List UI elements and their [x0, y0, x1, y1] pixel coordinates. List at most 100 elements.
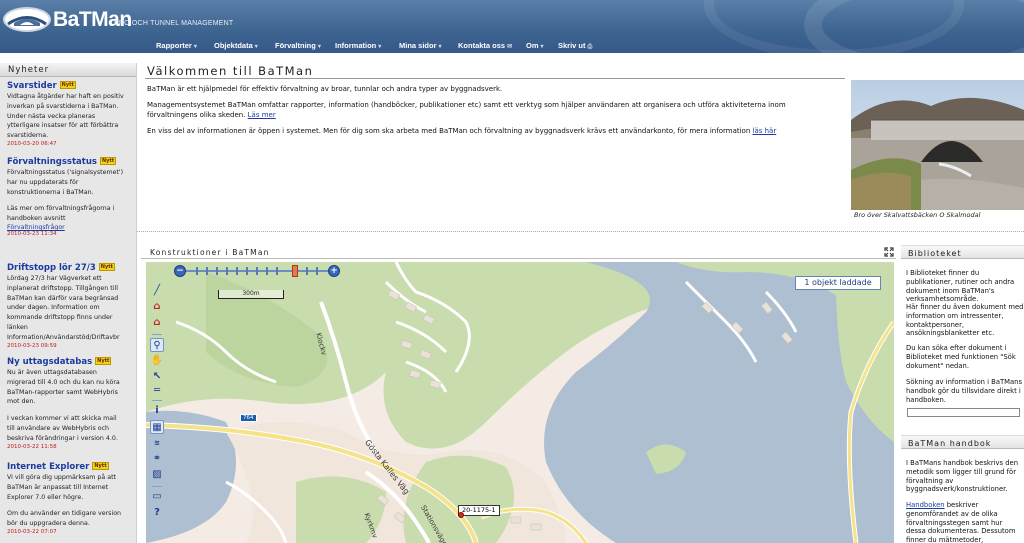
- zoom-tick[interactable]: [266, 267, 268, 275]
- zoom-tick[interactable]: [246, 267, 248, 275]
- zoom-out-icon[interactable]: −: [174, 265, 186, 277]
- nav-om[interactable]: Om ▾: [526, 41, 544, 51]
- bridge-photo: Bro över Skalvattsbäcken O Skalmodal: [851, 80, 1024, 223]
- bridge-marker-icon[interactable]: [458, 512, 464, 518]
- news-body: Vi vill göra dig uppmärksam på att BaTMa…: [7, 474, 117, 501]
- news-title[interactable]: Förvaltningsstatus: [7, 157, 97, 167]
- zoom-tick[interactable]: [276, 267, 278, 275]
- news-title[interactable]: Internet Explorer: [7, 462, 89, 472]
- zoom-tick[interactable]: [196, 267, 198, 275]
- handbook-text: I BaTMans handbok beskrivs den metodik s…: [906, 459, 1019, 494]
- read-here-link[interactable]: läs här: [753, 127, 777, 135]
- zoom-tick[interactable]: [226, 267, 228, 275]
- map-canvas[interactable]: [146, 262, 894, 543]
- photo-caption: Bro över Skalvattsbäcken O Skalmodal: [854, 211, 981, 219]
- zoom-in-icon[interactable]: +: [328, 265, 340, 277]
- news-panel: Nyheter Svarstider Nytt Vidtagna åtgärder…: [0, 63, 137, 543]
- news-item: Ny uttagsdatabas Nytt Nu är även uttagsda…: [7, 357, 125, 450]
- zoom-tick[interactable]: [206, 267, 208, 275]
- hand-icon[interactable]: ✋: [150, 354, 164, 368]
- binoculars-icon[interactable]: ⚭: [150, 452, 164, 466]
- news-body: Förvaltningsstatus ('signalsystemet') ha…: [7, 169, 124, 196]
- grid-icon[interactable]: ▦: [150, 420, 164, 434]
- new-badge: Nytt: [95, 357, 112, 365]
- news-item: Svarstider Nytt Vidtagna åtgärder har haf…: [7, 81, 125, 147]
- section-divider: [137, 231, 1024, 233]
- zoom-icon[interactable]: ⚲: [150, 338, 164, 352]
- measure-icon[interactable]: ═: [150, 384, 164, 398]
- library-text: Du kan söka efter dokument i Biblioteket…: [906, 344, 1016, 370]
- envelope-icon: ✉: [507, 44, 513, 50]
- zoom-tick[interactable]: [236, 267, 238, 275]
- help-icon[interactable]: ?: [150, 506, 164, 520]
- handbook-text-2: Handboken beskriver genomförandet av de …: [906, 501, 1016, 543]
- handbook-heading-wrap: BaTMan handbok: [901, 435, 1024, 449]
- zoom-tick[interactable]: [216, 267, 218, 275]
- news-link[interactable]: Förvaltningsfrågor: [7, 224, 125, 231]
- main-nav: Rapporter ▾ Objektdata ▾ Förvaltning ▾ Info…: [0, 39, 1024, 53]
- toolbar-separator: [152, 400, 162, 401]
- new-badge: Nytt: [92, 462, 109, 470]
- add-object-icon[interactable]: ⌂: [150, 300, 164, 314]
- handbook-link[interactable]: Handboken: [906, 501, 945, 509]
- news-title[interactable]: Ny uttagsdatabas: [7, 357, 92, 367]
- pan-icon[interactable]: ╱: [150, 284, 164, 298]
- library-text: I Biblioteket finner du publikationer, r…: [906, 269, 1015, 304]
- printer-icon: ⎙: [587, 44, 593, 50]
- news-body: Om du använder en tidigare version bör d…: [7, 510, 122, 528]
- library-panel: Biblioteket I Biblioteket finner du publ…: [901, 245, 1024, 543]
- nav-objektdata[interactable]: Objektdata ▾: [214, 41, 258, 51]
- fullscreen-icon[interactable]: [884, 247, 894, 257]
- news-body: Nu är även uttagsdatabasen migrerad till…: [7, 369, 120, 406]
- nav-skriv-ut[interactable]: Skriv ut ⎙: [558, 41, 592, 51]
- logo-subtitle: BRO OCH TUNNEL MANAGEMENT: [114, 20, 234, 27]
- map-view[interactable]: − + 300m 1 objekt laddade ╱ ⌂ ⌂ ⚲ ✋ ↖ ═ …: [146, 262, 894, 543]
- print-icon[interactable]: ▭: [150, 490, 164, 504]
- zoom-tick[interactable]: [256, 267, 258, 275]
- new-badge: Nytt: [99, 157, 117, 165]
- library-text: Här finner du även dokument med informat…: [906, 303, 1024, 338]
- zoom-slider[interactable]: − +: [174, 265, 340, 277]
- chevron-down-icon: ▾: [254, 44, 258, 50]
- objects-loaded-label: 1 objekt laddade: [795, 276, 881, 290]
- news-title[interactable]: Svarstider: [7, 81, 57, 91]
- chevron-down-icon: ▾: [540, 44, 544, 50]
- nav-information[interactable]: Information ▾: [335, 41, 381, 51]
- map-heading: Konstruktioner i BaTMan: [141, 245, 896, 259]
- read-more-link[interactable]: Läs mer: [248, 111, 276, 119]
- toolbar-separator: [152, 334, 162, 335]
- news-date: 2010-03-22 11:58: [7, 443, 57, 450]
- zoom-thumb[interactable]: [292, 265, 298, 277]
- chevron-down-icon: ▾: [378, 44, 382, 50]
- welcome-paragraph-3: En viss del av informationen är öppen i …: [147, 127, 777, 135]
- news-date: 2010-03-23 11:34: [7, 230, 57, 237]
- info-icon[interactable]: i: [150, 404, 164, 418]
- document-search-input[interactable]: [907, 408, 1020, 417]
- zoom-tick[interactable]: [316, 267, 318, 275]
- welcome-paragraph-2: Managementsystemet BaTMan omfattar rappo…: [147, 101, 786, 119]
- nav-rapporter[interactable]: Rapporter ▾: [156, 41, 197, 51]
- news-item: Internet Explorer Nytt Vi vill göra dig u…: [7, 462, 125, 535]
- object-label[interactable]: 20-1175-1: [458, 505, 500, 516]
- select-icon[interactable]: ↖: [150, 370, 164, 384]
- news-body: Vidtagna åtgärder har haft en positiv in…: [7, 93, 124, 140]
- chevron-down-icon: ▾: [438, 44, 442, 50]
- chevron-down-icon: ▾: [317, 44, 321, 50]
- news-date: 2010-03-22 07:07: [7, 528, 57, 535]
- nav-kontakta-oss[interactable]: Kontakta oss ✉: [458, 41, 512, 51]
- library-heading: Biblioteket: [901, 245, 1024, 259]
- logo-emblem-icon[interactable]: [3, 7, 51, 32]
- nav-forvaltning[interactable]: Förvaltning ▾: [275, 41, 321, 51]
- zoom-tick[interactable]: [306, 267, 308, 275]
- news-date: 2010-03-23 09:59: [7, 342, 57, 349]
- nav-mina-sidor[interactable]: Mina sidor ▾: [399, 41, 442, 51]
- bridge-photo-image: [851, 80, 1024, 210]
- handbook-heading: BaTMan handbok: [901, 435, 1024, 449]
- news-title[interactable]: Driftstopp lör 27/3: [7, 263, 96, 273]
- layers-icon[interactable]: ≋: [150, 436, 164, 450]
- news-date: 2010-03-20 06:47: [7, 140, 57, 147]
- title-divider: [145, 78, 845, 79]
- chart-icon[interactable]: ▨: [150, 468, 164, 482]
- news-body: Lördag 27/3 har Vägverket ett inplanerat…: [7, 275, 120, 341]
- remove-object-icon[interactable]: ⌂: [150, 316, 164, 330]
